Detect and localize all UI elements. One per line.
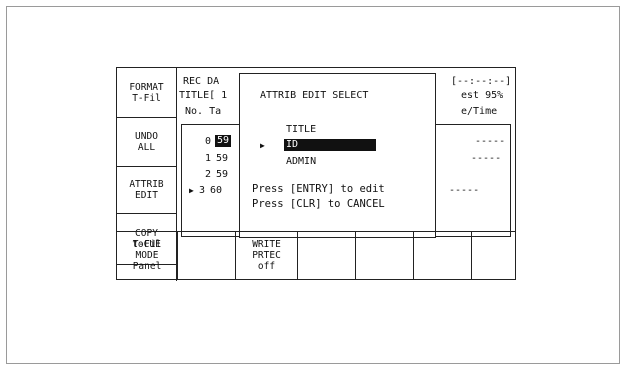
lcd-screen: FORMAT T-Fil UNDO ALL ATTRIB EDIT COPY t… [116, 67, 516, 281]
tfil-mode-line2: MODE [135, 250, 159, 261]
bottom-key-row: T-Fil MODE Panel WRITE PRTEC off [117, 231, 515, 280]
write-protect-line3: off [257, 261, 276, 272]
row-index: 2 [205, 169, 212, 180]
blank-softkey-3[interactable] [355, 231, 413, 280]
option-title[interactable]: TITLE [286, 124, 316, 136]
attrib-edit-button[interactable]: ATTRIB EDIT [117, 167, 176, 214]
tfil-mode-line3: Panel [132, 261, 162, 272]
write-protect-line1: WRITE [252, 239, 281, 250]
attrib-edit-select-dialog: ATTRIB EDIT SELECT TITLE ▶ ID ADMIN Pres… [239, 73, 436, 238]
option-admin[interactable]: ADMIN [286, 156, 316, 168]
entry-hint: Press [ENTRY] to edit [252, 183, 385, 195]
row-index: 1 [205, 153, 212, 164]
blank-softkey-1[interactable] [177, 231, 235, 280]
blank-softkey-4[interactable] [413, 231, 471, 280]
cancel-hint: Press [CLR] to CANCEL [252, 198, 385, 210]
write-protect-button[interactable]: WRITE PRTEC off [235, 231, 297, 280]
format-tfil-line1: FORMAT [129, 81, 164, 93]
row-id: 59 [215, 135, 232, 147]
timecode-readout: [--:--:--] [451, 76, 512, 87]
attrib-edit-line2: EDIT [135, 190, 158, 201]
row-cursor-icon: ▶ [189, 186, 194, 195]
tfil-mode-panel-button[interactable]: T-Fil MODE Panel [117, 231, 177, 280]
format-tfil-line2: T-Fil [132, 92, 161, 104]
undo-all-button[interactable]: UNDO ALL [117, 118, 176, 167]
tfil-mode-line1: T-Fil [132, 239, 162, 250]
row-id: 60 [210, 185, 223, 196]
rest-percent: est 95% [461, 90, 504, 101]
selector-arrow-icon: ▶ [260, 141, 265, 150]
date-time-label: e/Time [461, 106, 498, 117]
row-dashes: ----- [471, 153, 502, 164]
row-id: 59 [216, 153, 229, 164]
dialog-title: ATTRIB EDIT SELECT [260, 90, 369, 101]
row-dashes: ----- [475, 136, 506, 147]
row-dashes: ----- [449, 185, 480, 196]
format-tfil-button[interactable]: FORMAT T-Fil [117, 68, 176, 118]
title-label: TITLE[ 1 [179, 90, 228, 101]
blank-softkey-5 [471, 231, 515, 280]
undo-all-line2: ALL [137, 142, 156, 153]
row-index: 3 [199, 185, 206, 196]
undo-all-line1: UNDO [135, 131, 158, 142]
row-index: 0 [205, 136, 212, 147]
row-id: 59 [216, 169, 229, 180]
write-protect-line2: PRTEC [252, 250, 281, 261]
rec-date-label: REC DA [183, 76, 220, 87]
blank-softkey-2[interactable] [297, 231, 355, 280]
option-id[interactable]: ID [284, 139, 376, 151]
no-tape-label: No. Ta [185, 106, 222, 117]
attrib-edit-line1: ATTRIB [129, 179, 164, 190]
